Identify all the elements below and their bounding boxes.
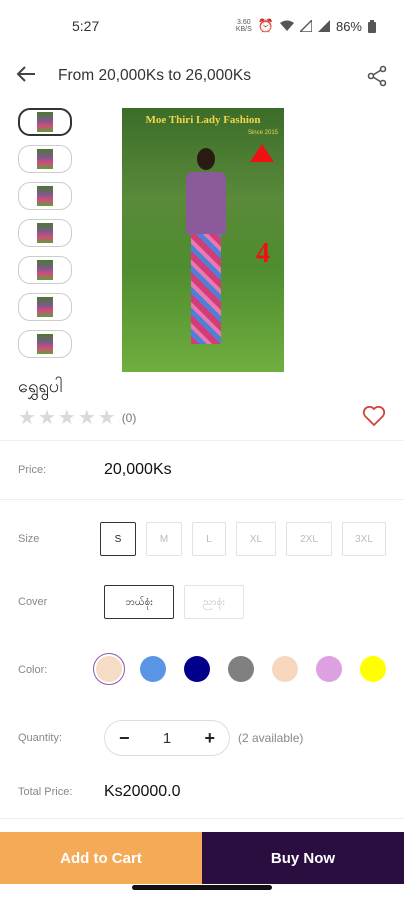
size-option-xl[interactable]: XL bbox=[236, 522, 276, 556]
star-rating: ★ ★ ★ ★ ★ bbox=[18, 408, 116, 428]
main-product-image[interactable]: Moe Thiri Lady Fashion Since 2015 4 bbox=[122, 108, 284, 372]
color-swatch-lilac[interactable] bbox=[316, 655, 342, 682]
quantity-value[interactable]: 1 bbox=[163, 730, 171, 747]
thumbnail-list bbox=[18, 108, 72, 370]
color-swatch-beige[interactable] bbox=[272, 655, 298, 682]
cover-option-left[interactable]: ဘယ်စုံး bbox=[104, 585, 174, 619]
thumbnail-1[interactable] bbox=[18, 108, 72, 136]
color-swatch-yellow[interactable] bbox=[360, 655, 386, 682]
size-option-l[interactable]: L bbox=[192, 522, 226, 556]
color-swatch-peach bbox=[96, 655, 122, 682]
wifi-icon bbox=[279, 20, 294, 31]
color-swatch-selected[interactable] bbox=[93, 652, 125, 685]
thumbnail-image bbox=[37, 223, 53, 243]
net-speed-unit: KB/S bbox=[235, 26, 252, 33]
size-option-m[interactable]: M bbox=[146, 522, 182, 556]
color-row: Color: bbox=[0, 630, 404, 710]
since-text: Since 2015 bbox=[247, 130, 278, 136]
back-arrow-icon[interactable] bbox=[16, 63, 44, 89]
thumbnail-image bbox=[37, 334, 53, 354]
thumbnail-image bbox=[37, 260, 53, 280]
quantity-row: Quantity: − 1 + (2 available) bbox=[0, 710, 404, 766]
minus-icon[interactable]: − bbox=[119, 728, 130, 749]
signal-icon bbox=[299, 20, 312, 32]
size-label: Size bbox=[18, 533, 40, 545]
size-option-2xl[interactable]: 2XL bbox=[286, 522, 332, 556]
product-name: ရွှေရွပါ bbox=[18, 376, 63, 396]
thumbnail-4[interactable] bbox=[18, 219, 72, 247]
signal-icon-2 bbox=[317, 20, 330, 32]
color-swatches bbox=[93, 652, 386, 685]
color-swatch-gray[interactable] bbox=[228, 655, 254, 682]
thumbnail-6[interactable] bbox=[18, 293, 72, 321]
thumbnail-image bbox=[37, 149, 53, 169]
share-icon[interactable] bbox=[360, 65, 388, 87]
price-row: Price: 20,000Ks bbox=[0, 441, 404, 499]
star-icon: ★ bbox=[97, 407, 116, 429]
thumbnail-2[interactable] bbox=[18, 145, 72, 173]
model-pants bbox=[191, 234, 221, 344]
star-icon: ★ bbox=[57, 407, 76, 429]
bottom-action-bar: Add to Cart Buy Now bbox=[0, 832, 404, 884]
quantity-label: Quantity: bbox=[18, 732, 63, 744]
shop-logo-icon bbox=[250, 144, 274, 162]
gesture-nav-bar[interactable] bbox=[132, 885, 272, 890]
buy-now-button[interactable]: Buy Now bbox=[202, 832, 404, 884]
size-option-3xl[interactable]: 3XL bbox=[342, 522, 386, 556]
price-label: Price: bbox=[18, 464, 47, 476]
color-swatch-blue[interactable] bbox=[140, 655, 166, 682]
shop-name-text: Moe Thiri Lady Fashion bbox=[145, 114, 261, 126]
size-row: Size S M L XL 2XL 3XL bbox=[0, 500, 404, 574]
quantity-stepper: − 1 + bbox=[104, 720, 230, 756]
cover-options: ဘယ်စုံး ညာစုံး bbox=[104, 585, 244, 619]
model-top bbox=[186, 172, 226, 234]
rating-count: (0) bbox=[121, 411, 137, 425]
star-icon: ★ bbox=[77, 407, 96, 429]
plus-icon[interactable]: + bbox=[204, 728, 215, 749]
total-price-row: Total Price: Ks20000.0 bbox=[0, 766, 404, 818]
battery-icon bbox=[368, 19, 376, 33]
model-figure bbox=[184, 148, 228, 358]
thumbnail-image bbox=[37, 297, 53, 317]
thumbnail-7[interactable] bbox=[18, 330, 72, 358]
color-swatch-navy[interactable] bbox=[184, 655, 210, 682]
size-options: S M L XL 2XL 3XL bbox=[100, 522, 386, 556]
thumbnail-5[interactable] bbox=[18, 256, 72, 284]
app-bar: From 20,000Ks to 26,000Ks bbox=[0, 52, 404, 100]
color-label: Color: bbox=[18, 664, 48, 676]
star-icon: ★ bbox=[37, 407, 56, 429]
model-head bbox=[197, 148, 215, 170]
product-gallery: Moe Thiri Lady Fashion Since 2015 4 bbox=[0, 100, 404, 372]
total-price-label: Total Price: bbox=[18, 786, 73, 798]
alarm-icon: ⏰ bbox=[257, 18, 274, 33]
size-option-s[interactable]: S bbox=[100, 522, 136, 556]
cover-option-right[interactable]: ညာစုံး bbox=[184, 585, 244, 619]
status-time: 5:27 bbox=[72, 18, 100, 34]
net-speed-value: 3.60 bbox=[236, 19, 251, 26]
star-icon: ★ bbox=[18, 407, 36, 429]
heart-icon[interactable] bbox=[362, 405, 386, 432]
price-value: 20,000Ks bbox=[104, 461, 172, 478]
page-title: From 20,000Ks to 26,000Ks bbox=[58, 67, 252, 84]
total-price-value: Ks20000.0 bbox=[104, 783, 181, 800]
cover-label: Cover bbox=[18, 596, 48, 608]
thumbnail-image bbox=[37, 112, 53, 132]
thumbnail-image bbox=[37, 186, 53, 206]
battery-text: 86% bbox=[335, 18, 362, 34]
thumbnail-3[interactable] bbox=[18, 182, 72, 210]
rating-row: ★ ★ ★ ★ ★ (0) bbox=[0, 400, 404, 440]
photo-badge-number: 4 bbox=[256, 238, 270, 269]
add-to-cart-button[interactable]: Add to Cart bbox=[0, 832, 202, 884]
cover-row: Cover ဘယ်စုံး ညာစုံး bbox=[0, 574, 404, 630]
available-count: (2 available) bbox=[238, 731, 304, 745]
status-bar: 5:27 3.60 KB/S ⏰ 86% bbox=[0, 0, 404, 52]
